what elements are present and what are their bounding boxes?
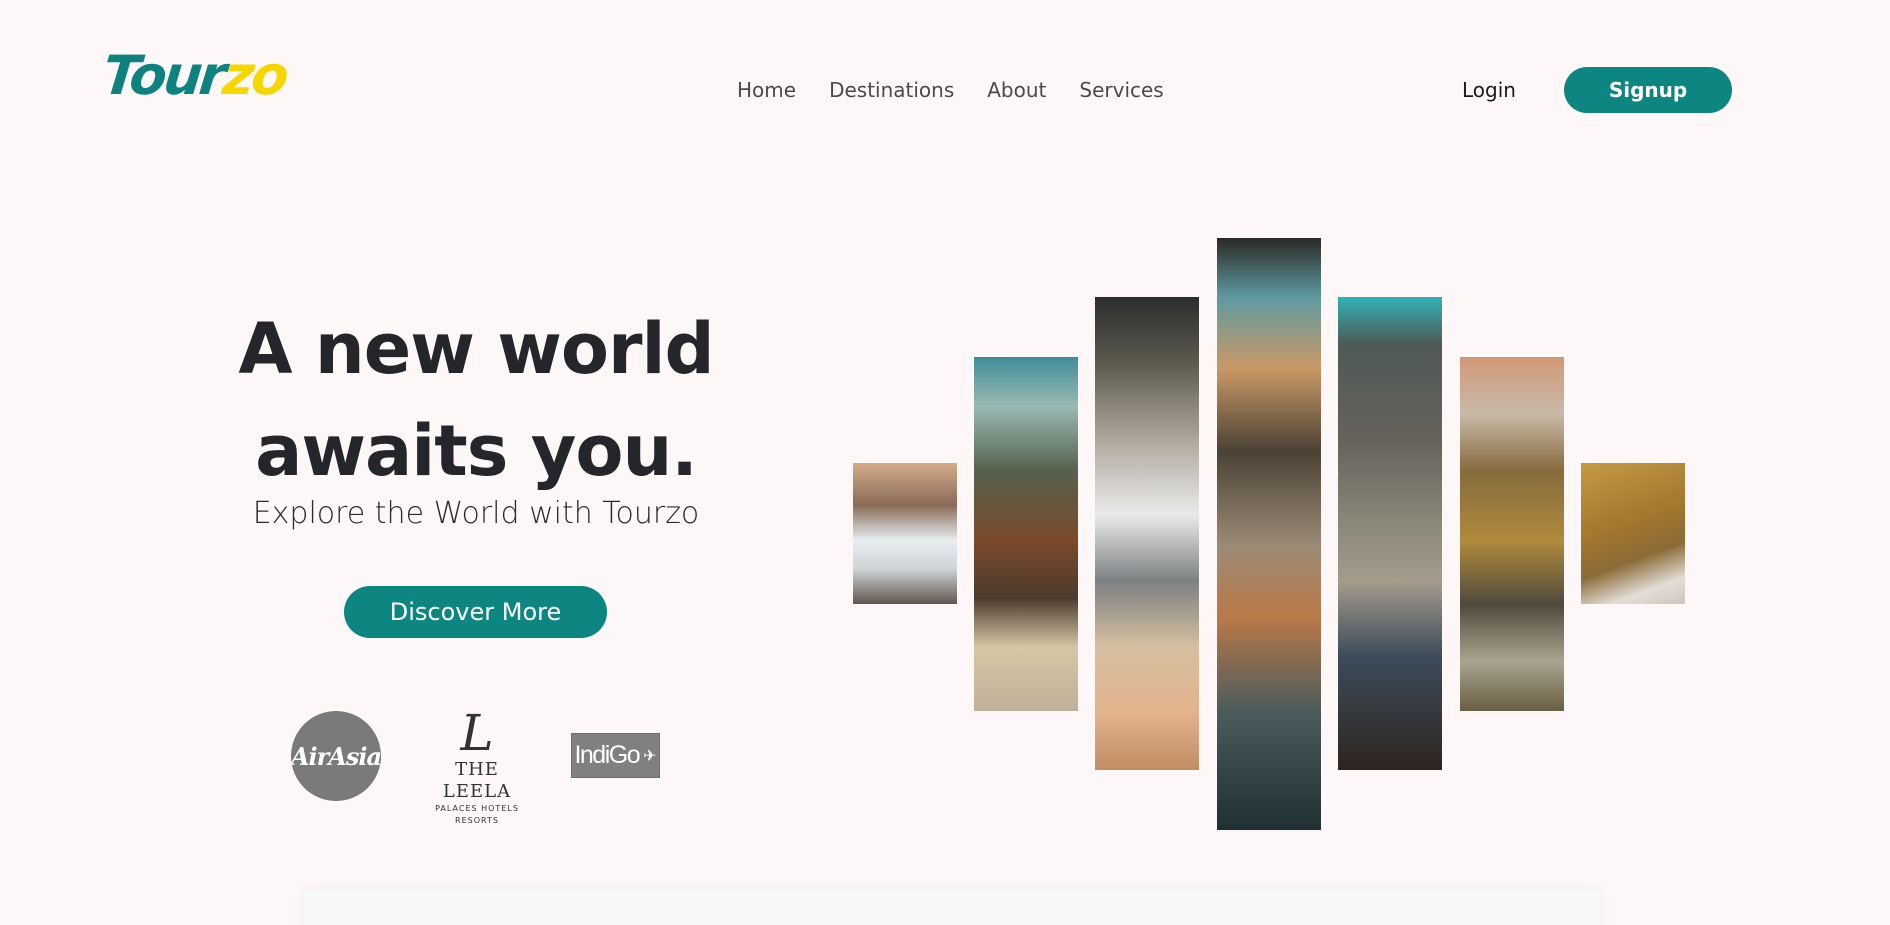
nav-item-home[interactable]: Home [737,76,796,104]
nav-item-services[interactable]: Services [1079,76,1163,104]
plane-icon: ✈ [643,747,657,765]
leela-monogram: L [460,704,494,762]
leela-subtitle: PALACES HOTELS RESORTS [435,804,519,825]
logo-part-tour: Tour [99,44,227,107]
gallery-strip-1 [853,463,957,604]
gallery-strip-6 [1460,357,1564,711]
nav-item-about[interactable]: About [987,76,1046,104]
login-link[interactable]: Login [1462,76,1516,104]
airasia-logo: AirAsia [290,711,382,801]
leela-name: THE LEELA [442,759,512,802]
logo-part-zo: zo [219,44,289,107]
nav-item-destinations[interactable]: Destinations [829,76,954,104]
search-card [304,889,1600,925]
gallery-strip-3 [1095,297,1199,770]
gallery-strip-2 [974,357,1078,711]
hero-tagline: Explore the World with Tourzo [252,496,700,531]
indigo-logo-text: IndiGo [574,741,640,769]
hero-headline: A new world awaits you. [186,298,766,502]
gallery-strip-4 [1217,238,1321,830]
page: Tourzo Home Destinations About Services … [0,0,1890,925]
tourzo-logo[interactable]: Tourzo [99,44,289,107]
main-nav: Home Destinations About Services [737,76,1164,104]
gallery-strip-5 [1338,297,1442,770]
airasia-logo-text: AirAsia [290,741,382,771]
signup-button[interactable]: Signup [1564,67,1732,113]
leela-logo: L THE LEELA PALACES HOTELS RESORTS [422,707,532,827]
indigo-logo: IndiGo ✈ [571,733,660,778]
gallery-strip-7 [1581,463,1685,604]
discover-more-button[interactable]: Discover More [344,586,607,638]
hero-headline-line1: A new world [238,308,714,390]
hero-headline-line2: awaits you. [255,410,698,492]
